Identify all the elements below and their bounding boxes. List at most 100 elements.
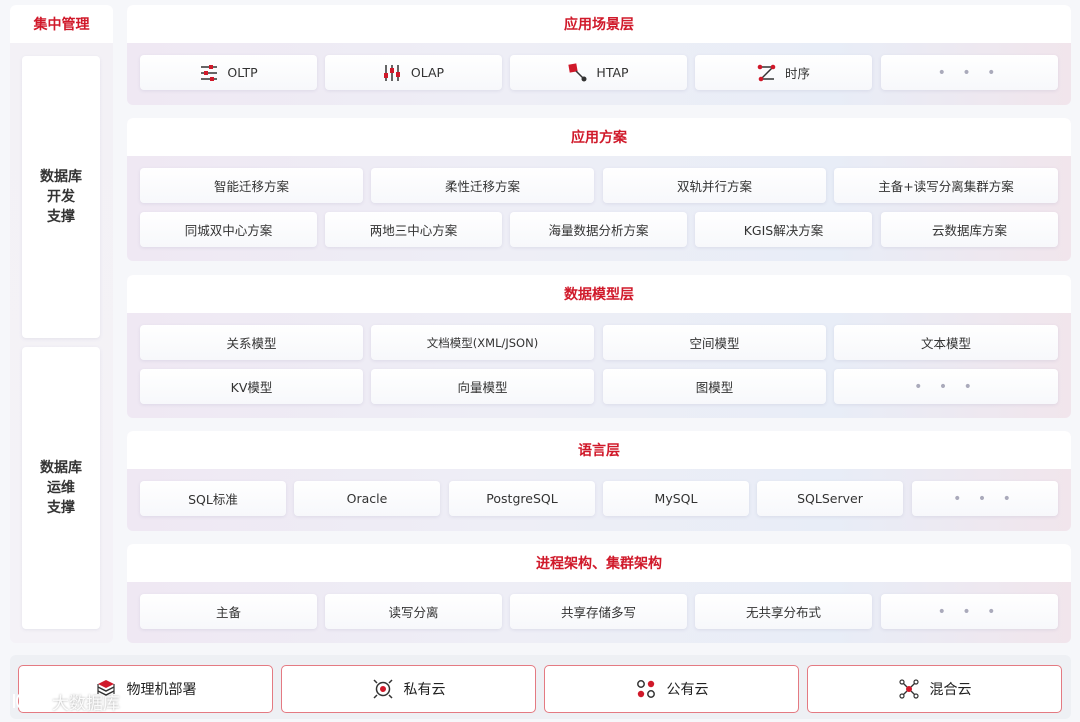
arch-label: 共享存储多写 xyxy=(560,605,636,620)
deploy-public-cloud: 公有云 xyxy=(544,665,799,713)
solution-layer: 应用方案 智能迁移方案 柔性迁移方案 双轨并行方案 主备+读写分离集群方案 同城… xyxy=(127,118,1071,261)
solution-label: 海量数据分析方案 xyxy=(548,223,649,238)
target-icon xyxy=(372,678,394,700)
model-label: 文档模型(XML/JSON) xyxy=(426,335,539,350)
deploy-physical-label: 物理机部署 xyxy=(126,682,197,698)
dev-support-box: 数据库 开发 支撑 xyxy=(22,56,100,338)
model-item: 文档模型(XML/JSON) xyxy=(371,325,594,360)
scene-layer: 应用场景层 OLTP OLAP HTAP 时序 • • • xyxy=(127,5,1071,105)
model-more: • • • xyxy=(834,369,1058,404)
dev-support-line-3: 支撑 xyxy=(47,209,75,225)
scene-timeseries-label: 时序 xyxy=(784,66,810,81)
arch-label: 主备 xyxy=(215,605,241,620)
hybrid-icon xyxy=(568,62,588,83)
scene-oltp: OLTP xyxy=(140,55,317,90)
model-label: 文本模型 xyxy=(920,336,971,351)
solution-label: KGIS解决方案 xyxy=(743,223,824,238)
timeseries-icon xyxy=(757,63,777,83)
model-item: 图模型 xyxy=(603,369,826,404)
solution-label: 双轨并行方案 xyxy=(676,179,752,194)
deploy-private-cloud: 私有云 xyxy=(281,665,536,713)
solution-item: 智能迁移方案 xyxy=(140,168,363,203)
model-layer: 数据模型层 关系模型 文档模型(XML/JSON) 空间模型 文本模型 KV模型… xyxy=(127,275,1071,418)
arch-layer: 进程架构、集群架构 主备 读写分离 共享存储多写 无共享分布式 • • • xyxy=(127,544,1071,643)
model-label: 空间模型 xyxy=(689,336,740,351)
solution-item: 两地三中心方案 xyxy=(325,212,502,247)
arch-item: 读写分离 xyxy=(325,594,502,629)
network-icon xyxy=(898,678,920,700)
language-item: SQL标准 xyxy=(140,481,286,516)
solution-item: 云数据库方案 xyxy=(881,212,1058,247)
deploy-private-label: 私有云 xyxy=(403,682,446,698)
language-label: SQLServer xyxy=(797,491,863,506)
model-label: KV模型 xyxy=(230,380,273,395)
equalizer-icon xyxy=(383,63,403,83)
language-item: SQLServer xyxy=(757,481,903,516)
solution-item: KGIS解决方案 xyxy=(695,212,872,247)
arch-item: 共享存储多写 xyxy=(510,594,687,629)
language-layer: 语言层 SQL标准 Oracle PostgreSQL MySQL SQLSer… xyxy=(127,431,1071,531)
deploy-public-label: 公有云 xyxy=(666,682,709,698)
solution-layer-title: 应用方案 xyxy=(127,118,1071,156)
arch-label: 无共享分布式 xyxy=(745,605,821,620)
more-dots: • • • xyxy=(937,603,1002,620)
scene-more: • • • xyxy=(881,55,1058,90)
model-item: 关系模型 xyxy=(140,325,363,360)
language-item: MySQL xyxy=(603,481,749,516)
solution-label: 柔性迁移方案 xyxy=(444,179,520,194)
language-item: PostgreSQL xyxy=(449,481,595,516)
solution-item: 双轨并行方案 xyxy=(603,168,826,203)
dev-support-line-1: 数据库 xyxy=(40,169,82,185)
arch-item: 无共享分布式 xyxy=(695,594,872,629)
management-title: 集中管理 xyxy=(10,5,113,43)
solution-label: 两地三中心方案 xyxy=(369,223,458,238)
solution-item: 主备+读写分离集群方案 xyxy=(834,168,1058,203)
deploy-physical: 物理机部署 xyxy=(18,665,273,713)
model-layer-title: 数据模型层 xyxy=(127,275,1071,313)
arch-item: 主备 xyxy=(140,594,317,629)
model-item: KV模型 xyxy=(140,369,363,404)
server-stack-icon xyxy=(95,678,117,700)
language-item: Oracle xyxy=(294,481,440,516)
arch-label: 读写分离 xyxy=(388,605,439,620)
scene-olap-label: OLAP xyxy=(410,65,445,80)
model-item: 空间模型 xyxy=(603,325,826,360)
language-more: • • • xyxy=(912,481,1058,516)
scene-oltp-label: OLTP xyxy=(227,65,258,80)
more-dots: • • • xyxy=(937,64,1002,81)
solution-label: 同城双中心方案 xyxy=(184,223,273,238)
model-item: 文本模型 xyxy=(834,325,1058,360)
solution-label: 云数据库方案 xyxy=(931,223,1007,238)
solution-label: 智能迁移方案 xyxy=(213,179,289,194)
ops-support-box: 数据库 运维 支撑 xyxy=(22,347,100,629)
language-label: MySQL xyxy=(654,491,698,506)
scene-htap: HTAP xyxy=(510,55,687,90)
language-label: SQL标准 xyxy=(188,492,238,507)
sliders-icon xyxy=(199,63,219,83)
model-label: 关系模型 xyxy=(226,336,277,351)
scene-layer-title: 应用场景层 xyxy=(127,5,1071,43)
scene-olap: OLAP xyxy=(325,55,502,90)
arch-more: • • • xyxy=(881,594,1058,629)
language-label: Oracle xyxy=(346,491,388,506)
solution-item: 同城双中心方案 xyxy=(140,212,317,247)
more-dots: • • • xyxy=(953,490,1017,507)
ops-support-line-1: 数据库 xyxy=(40,460,82,476)
deploy-hybrid-cloud: 混合云 xyxy=(807,665,1062,713)
ops-support-line-2: 运维 xyxy=(47,480,75,496)
language-label: PostgreSQL xyxy=(486,491,558,506)
model-item: 向量模型 xyxy=(371,369,594,404)
dev-support-line-2: 开发 xyxy=(47,189,75,205)
model-label: 向量模型 xyxy=(457,380,508,395)
solution-label: 主备+读写分离集群方案 xyxy=(878,179,1014,194)
more-dots: • • • xyxy=(914,378,978,395)
nodes-icon xyxy=(635,678,657,700)
ops-support-line-3: 支撑 xyxy=(47,500,75,516)
solution-item: 柔性迁移方案 xyxy=(371,168,594,203)
arch-layer-title: 进程架构、集群架构 xyxy=(127,544,1071,582)
language-layer-title: 语言层 xyxy=(127,431,1071,469)
scene-htap-label: HTAP xyxy=(596,65,629,80)
deploy-hybrid-label: 混合云 xyxy=(929,682,972,698)
solution-item: 海量数据分析方案 xyxy=(510,212,687,247)
scene-timeseries: 时序 xyxy=(695,55,872,90)
